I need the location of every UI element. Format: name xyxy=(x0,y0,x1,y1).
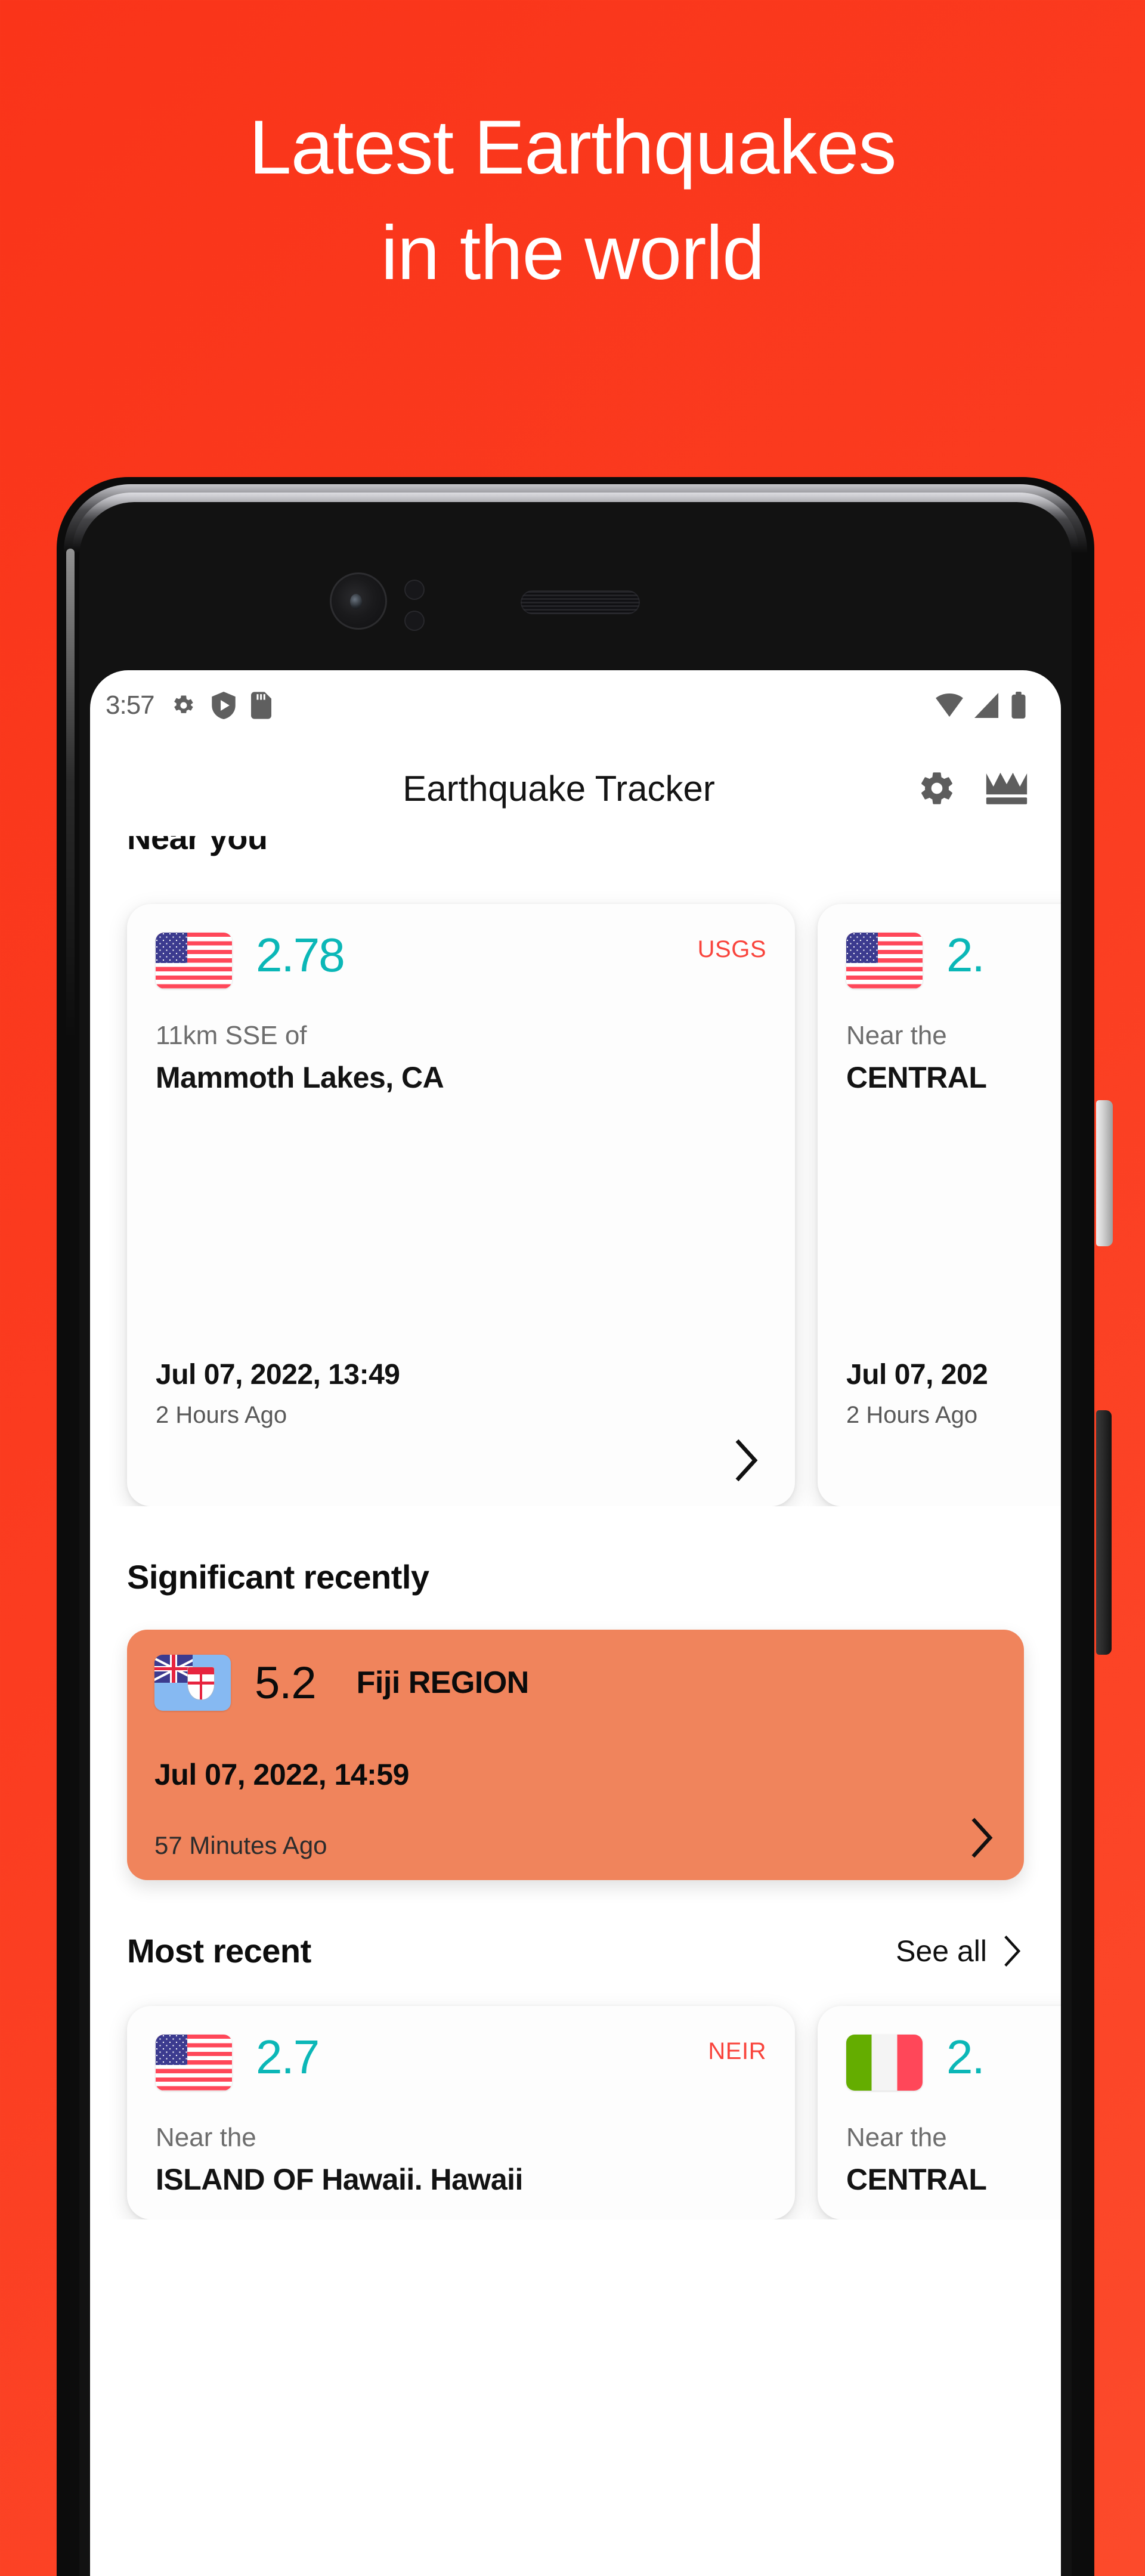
settings-gear-icon[interactable] xyxy=(918,769,956,807)
earthquake-card[interactable]: 2. Near the CENTRAL Jul 07, 202 2 Hours … xyxy=(818,904,1061,1506)
play-shield-icon xyxy=(211,692,236,719)
data-source-badge: NEIR xyxy=(708,2038,766,2064)
earthquake-card[interactable]: 2. Near the CENTRAL xyxy=(818,2006,1061,2219)
flag-fiji-union-jack xyxy=(154,1655,193,1683)
card-header-row: 2.7 NEIR xyxy=(156,2030,766,2091)
card-footer: Jul 07, 2022, 13:49 2 Hours Ago xyxy=(156,1358,766,1484)
chevron-right-icon[interactable] xyxy=(731,1437,762,1484)
magnitude-value: 2.7 xyxy=(256,2030,320,2083)
significant-earthquake-card[interactable]: 5.2 Fiji REGION Jul 07, 2022, 14:59 57 M… xyxy=(127,1630,1024,1880)
flag-italy-icon xyxy=(846,2035,923,2091)
phone-power-button[interactable] xyxy=(1096,1100,1113,1246)
section-title-most-recent: Most recent xyxy=(127,1932,311,1970)
chevron-right-icon[interactable] xyxy=(967,1816,997,1860)
card-header-row: 2. xyxy=(846,928,1061,989)
battery-icon xyxy=(1011,692,1026,719)
event-datetime: Jul 07, 2022, 13:49 xyxy=(156,1359,400,1391)
place-name: CENTRAL xyxy=(846,2163,987,2196)
magnitude-value: 2. xyxy=(946,2030,985,2083)
see-all-button[interactable]: See all xyxy=(896,1934,1024,1968)
data-source-badge: USGS xyxy=(697,936,766,962)
event-relative-time: 57 Minutes Ago xyxy=(154,1831,327,1859)
section-title-significant-recently: Significant recently xyxy=(127,1558,429,1596)
phone-bezel: 3:57 Earthquake Tracker Near you 2.78 US… xyxy=(79,502,1072,2576)
card-footer: Jul 07, 202 2 Hours Ago xyxy=(846,1358,1061,1484)
see-all-label: See all xyxy=(896,1934,987,1968)
hero-headline-line2: in the world xyxy=(380,210,765,296)
sim-card-icon xyxy=(250,692,271,719)
magnitude-value: 2.78 xyxy=(256,928,345,982)
card-header-row: 2.78 USGS xyxy=(156,928,766,989)
earpiece-speaker-icon xyxy=(521,590,640,614)
chevron-right-icon xyxy=(1000,1934,1024,1968)
significant-card-header: 5.2 Fiji REGION xyxy=(154,1655,997,1711)
phone-volume-button[interactable] xyxy=(1096,1410,1112,1655)
front-camera-icon xyxy=(330,572,387,630)
significant-card-wrap: 5.2 Fiji REGION Jul 07, 2022, 14:59 57 M… xyxy=(90,1630,1061,1880)
page-title: Earthquake Tracker xyxy=(403,768,715,809)
flag-fiji-icon xyxy=(154,1655,231,1711)
proximity-sensor-icon xyxy=(404,580,425,600)
event-relative-time: 2 Hours Ago xyxy=(156,1402,287,1428)
light-sensor-icon xyxy=(404,611,425,631)
near-you-card-rail[interactable]: 2.78 USGS 11km SSE of Mammoth Lakes, CA … xyxy=(90,868,1061,1506)
gear-icon xyxy=(170,692,196,719)
magnitude-value: 2. xyxy=(946,928,985,982)
most-recent-card-rail[interactable]: 2.7 NEIR Near the ISLAND OF Hawaii. Hawa… xyxy=(90,1970,1061,2219)
magnitude-value: 5.2 xyxy=(255,1657,317,1708)
section-title-near-you: Near you xyxy=(127,836,268,856)
place-name: ISLAND OF Hawaii. Hawaii xyxy=(156,2163,523,2196)
cellular-signal-icon xyxy=(974,693,1000,718)
place-prefix: Near the xyxy=(846,1021,947,1050)
flag-us-icon xyxy=(846,933,923,989)
place-name: CENTRAL xyxy=(846,1061,987,1094)
hero-headline-line1: Latest Earthquakes xyxy=(249,105,897,190)
event-datetime: Jul 07, 202 xyxy=(846,1359,988,1391)
event-relative-time: 2 Hours Ago xyxy=(846,1402,978,1428)
app-bar: Earthquake Tracker xyxy=(90,741,1061,836)
scroll-content[interactable]: Near you 2.78 USGS 11km SSE of Mammoth L… xyxy=(90,836,1061,2219)
flag-us-icon xyxy=(156,2035,232,2091)
app-screen: 3:57 Earthquake Tracker Near you 2.78 US… xyxy=(90,670,1061,2576)
significant-card-footer: 57 Minutes Ago xyxy=(154,1816,997,1860)
earthquake-card[interactable]: 2.7 NEIR Near the ISLAND OF Hawaii. Hawa… xyxy=(127,2006,795,2219)
flag-fiji-shield xyxy=(188,1667,214,1700)
hero-banner: Latest Earthquakes in the world xyxy=(0,0,1145,465)
section-near-you-header: Near you xyxy=(90,836,1061,868)
place-prefix: Near the xyxy=(846,2123,947,2152)
place-prefix: 11km SSE of xyxy=(156,1021,307,1050)
place-name: Fiji REGION xyxy=(356,1665,530,1700)
phone-edge-gloss xyxy=(66,549,75,1443)
premium-crown-icon[interactable] xyxy=(985,771,1029,806)
flag-us-icon xyxy=(156,933,232,989)
earthquake-card[interactable]: 2.78 USGS 11km SSE of Mammoth Lakes, CA … xyxy=(127,904,795,1506)
place-prefix: Near the xyxy=(156,2123,256,2152)
status-bar: 3:57 xyxy=(90,670,1061,741)
section-header-most-recent: Most recent See all xyxy=(90,1931,1061,1970)
status-bar-clock: 3:57 xyxy=(106,691,155,720)
event-datetime: Jul 07, 2022, 14:59 xyxy=(154,1758,409,1791)
wifi-icon xyxy=(936,693,963,718)
phone-sensor-row xyxy=(79,572,1072,644)
place-name: Mammoth Lakes, CA xyxy=(156,1061,444,1094)
card-header-row: 2. xyxy=(846,2030,1061,2091)
phone-device-frame: 3:57 Earthquake Tracker Near you 2.78 US… xyxy=(57,477,1094,2576)
